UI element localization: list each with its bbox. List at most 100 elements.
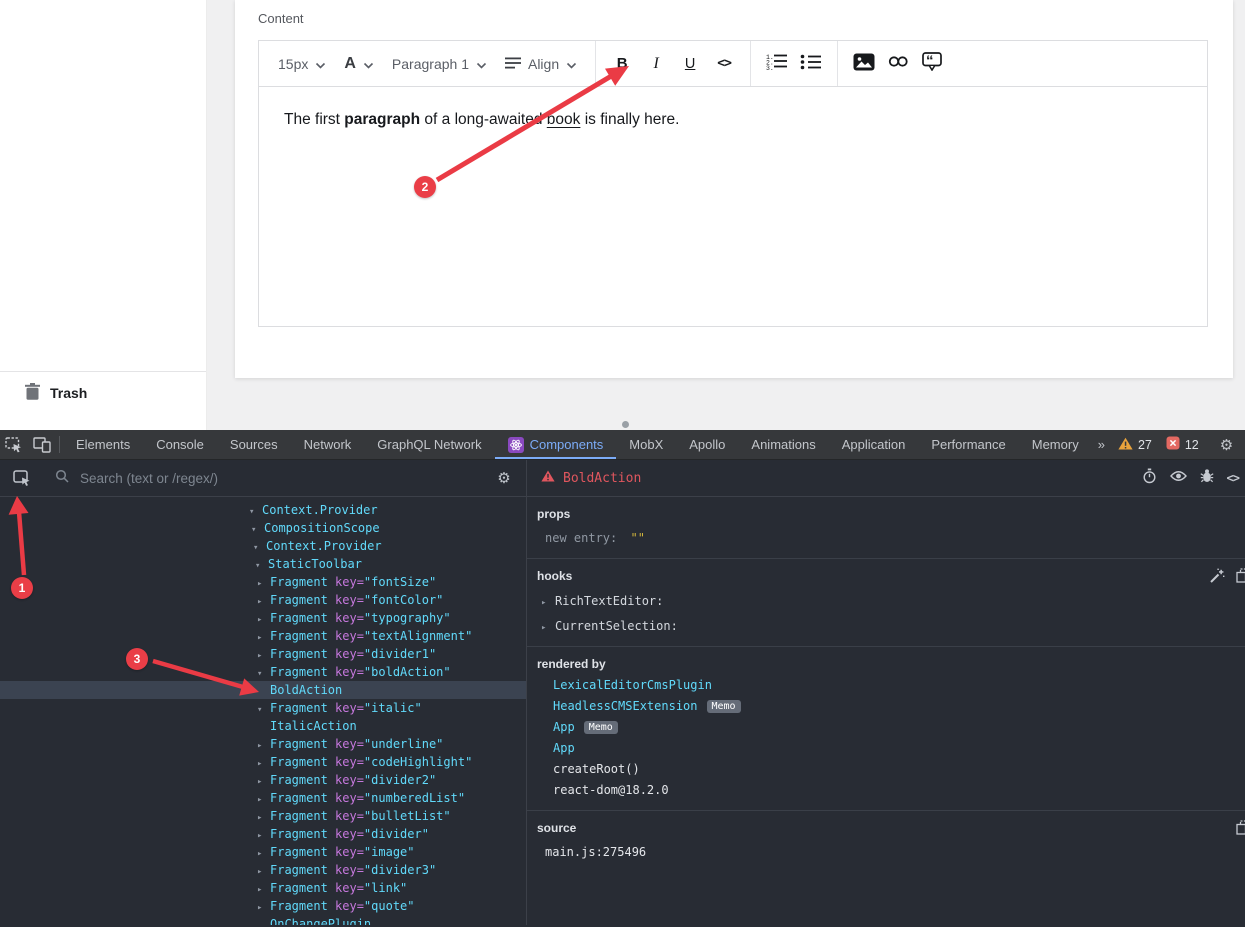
rich-text-editor: 15px A Paragraph 1 Align B <box>258 40 1208 327</box>
memo-badge: Memo <box>707 700 741 713</box>
trash-label: Trash <box>50 385 87 401</box>
tree-row-Fragment-fontSize[interactable]: ▸Fragment key="fontSize" <box>0 573 526 591</box>
font-color-dropdown[interactable]: A <box>335 55 383 73</box>
source-header: source <box>537 821 1235 835</box>
annotation-badge-3: 3 <box>126 648 148 670</box>
hook-row-RichTextEditor[interactable]: ▸RichTextEditor: <box>541 594 1235 608</box>
tree-row-Fragment-divider1[interactable]: ▸Fragment key="divider1" <box>0 645 526 663</box>
bold-text: paragraph <box>344 111 420 128</box>
hooks-section: hooks ▸RichTextEditor:▸CurrentSelection: <box>527 559 1245 647</box>
tree-row-Fragment-underline[interactable]: ▸Fragment key="underline" <box>0 735 526 753</box>
props-section: props new entry: "" <box>527 497 1245 559</box>
block-type-value: Paragraph 1 <box>392 56 469 72</box>
image-icon <box>853 53 875 75</box>
code-button[interactable]: <> <box>707 47 741 81</box>
device-toolbar-button[interactable] <box>28 430 56 459</box>
components-settings-icon[interactable]: ⚙ <box>490 469 518 487</box>
parse-hook-names-wand-icon[interactable] <box>1209 568 1225 587</box>
copy-icon[interactable] <box>1236 568 1245 587</box>
tree-row-StaticToolbar[interactable]: ▾StaticToolbar <box>0 555 526 573</box>
devtools-tab-application[interactable]: Application <box>829 430 919 459</box>
selected-component-title: BoldAction <box>563 471 641 486</box>
tree-row-ItalicAction[interactable]: ItalicAction <box>0 717 526 735</box>
sidebar-item-trash[interactable]: Trash <box>25 383 87 403</box>
tree-row-CompositionScope[interactable]: ▾CompositionScope <box>0 519 526 537</box>
devtools-menu-button[interactable]: ⋮ <box>1240 436 1245 454</box>
devtools-tab-sources[interactable]: Sources <box>217 430 291 459</box>
components-search-input[interactable] <box>78 470 490 487</box>
prop-key[interactable]: new entry <box>545 531 610 545</box>
insert-image-button[interactable] <box>847 47 881 81</box>
warning-count: 27 <box>1138 438 1152 452</box>
devtools-tab-graphql-network[interactable]: GraphQL Network <box>364 430 494 459</box>
tree-row-Context.Provider[interactable]: ▾Context.Provider <box>0 501 526 519</box>
react-components-icon <box>508 437 524 453</box>
tree-row-Fragment-boldAction[interactable]: ▾Fragment key="boldAction" <box>0 663 526 681</box>
tree-row-Fragment-typography[interactable]: ▸Fragment key="typography" <box>0 609 526 627</box>
devtools-tab-elements[interactable]: Elements <box>63 430 143 459</box>
tree-row-Fragment-divider3[interactable]: ▸Fragment key="divider3" <box>0 861 526 879</box>
underline-button[interactable]: U <box>673 47 707 81</box>
tree-row-Fragment-codeHighlight[interactable]: ▸Fragment key="codeHighlight" <box>0 753 526 771</box>
devtools-panel: ElementsConsoleSourcesNetworkGraphQL Net… <box>0 430 1245 927</box>
bullet-list-icon <box>800 54 822 74</box>
devtools-tab-bar: ElementsConsoleSourcesNetworkGraphQL Net… <box>0 430 1245 460</box>
tabbar-right-controls: » 27 12 ⚙ ⋮ × <box>1092 430 1245 459</box>
component-details-pane: props new entry: "" hooks ▸RichTextEdito… <box>527 497 1245 925</box>
devtools-tab-console[interactable]: Console <box>143 430 217 459</box>
copy-icon[interactable] <box>1236 820 1245 838</box>
tree-row-Context.Provider[interactable]: ▾Context.Provider <box>0 537 526 555</box>
rendered-by-item[interactable]: LexicalEditorCmsPlugin <box>553 678 1235 692</box>
numbered-list-button[interactable]: 1.2.3. <box>760 47 794 81</box>
toolbar-divider <box>837 41 838 86</box>
suspense-stopwatch-icon[interactable] <box>1142 468 1157 489</box>
devtools-tab-animations[interactable]: Animations <box>738 430 828 459</box>
bullet-list-button[interactable] <box>794 47 828 81</box>
tree-row-Fragment-italic[interactable]: ▾Fragment key="italic" <box>0 699 526 717</box>
rendered-by-item[interactable]: AppMemo <box>553 720 1235 734</box>
hook-row-CurrentSelection[interactable]: ▸CurrentSelection: <box>541 619 1235 633</box>
tree-row-Fragment-divider2[interactable]: ▸Fragment key="divider2" <box>0 771 526 789</box>
italic-button[interactable]: I <box>639 47 673 81</box>
tree-row-Fragment-link[interactable]: ▸Fragment key="link" <box>0 879 526 897</box>
link-text[interactable]: book <box>547 111 581 128</box>
tree-row-BoldAction[interactable]: BoldAction <box>0 681 526 699</box>
insert-link-button[interactable] <box>881 47 915 81</box>
rendered-by-item[interactable]: HeadlessCMSExtensionMemo <box>553 699 1235 713</box>
more-tabs-button[interactable]: » <box>1092 437 1111 452</box>
svg-text:“: “ <box>926 53 934 70</box>
devtools-tab-mobx[interactable]: MobX <box>616 430 676 459</box>
devtools-resize-handle[interactable] <box>622 421 629 428</box>
devtools-tab-memory[interactable]: Memory <box>1019 430 1092 459</box>
tree-row-Fragment-image[interactable]: ▸Fragment key="image" <box>0 843 526 861</box>
devtools-tab-performance[interactable]: Performance <box>918 430 1018 459</box>
quote-button[interactable]: “ <box>915 47 949 81</box>
devtools-tab-components[interactable]: Components <box>495 430 617 459</box>
block-type-dropdown[interactable]: Paragraph 1 <box>383 56 496 72</box>
components-toolbar-row: ⚙ BoldAction <> <box>0 460 1245 497</box>
select-component-button[interactable] <box>8 470 36 487</box>
tree-row-Fragment-divider[interactable]: ▸Fragment key="divider" <box>0 825 526 843</box>
tree-row-Fragment-bulletList[interactable]: ▸Fragment key="bulletList" <box>0 807 526 825</box>
rendered-by-item: createRoot() <box>553 762 1235 776</box>
inspect-element-button[interactable] <box>0 430 28 459</box>
inspect-dom-eye-icon[interactable] <box>1170 469 1187 487</box>
devtools-tab-apollo[interactable]: Apollo <box>676 430 738 459</box>
align-dropdown[interactable]: Align <box>496 56 586 72</box>
warnings-badge[interactable]: 27 <box>1111 437 1159 453</box>
font-size-dropdown[interactable]: 15px <box>269 56 335 72</box>
source-location[interactable]: main.js:275496 <box>545 845 1235 859</box>
editor-text-area[interactable]: The first paragraph of a long-awaited bo… <box>259 87 1207 327</box>
tree-row-Fragment-textAlignment[interactable]: ▸Fragment key="textAlignment" <box>0 627 526 645</box>
view-source-icon[interactable]: <> <box>1227 471 1239 485</box>
debug-bug-icon[interactable] <box>1200 468 1214 488</box>
tree-row-Fragment-numberedList[interactable]: ▸Fragment key="numberedList" <box>0 789 526 807</box>
devtools-tab-network[interactable]: Network <box>291 430 365 459</box>
bold-button[interactable]: B <box>605 47 639 81</box>
errors-badge[interactable]: 12 <box>1159 436 1206 453</box>
devtools-settings-button[interactable]: ⚙ <box>1213 436 1240 454</box>
tree-row-Fragment-fontColor[interactable]: ▸Fragment key="fontColor" <box>0 591 526 609</box>
prop-value[interactable]: "" <box>631 531 645 545</box>
rendered-by-item[interactable]: App <box>553 741 1235 755</box>
tree-row-Fragment-quote[interactable]: ▸Fragment key="quote" <box>0 897 526 915</box>
